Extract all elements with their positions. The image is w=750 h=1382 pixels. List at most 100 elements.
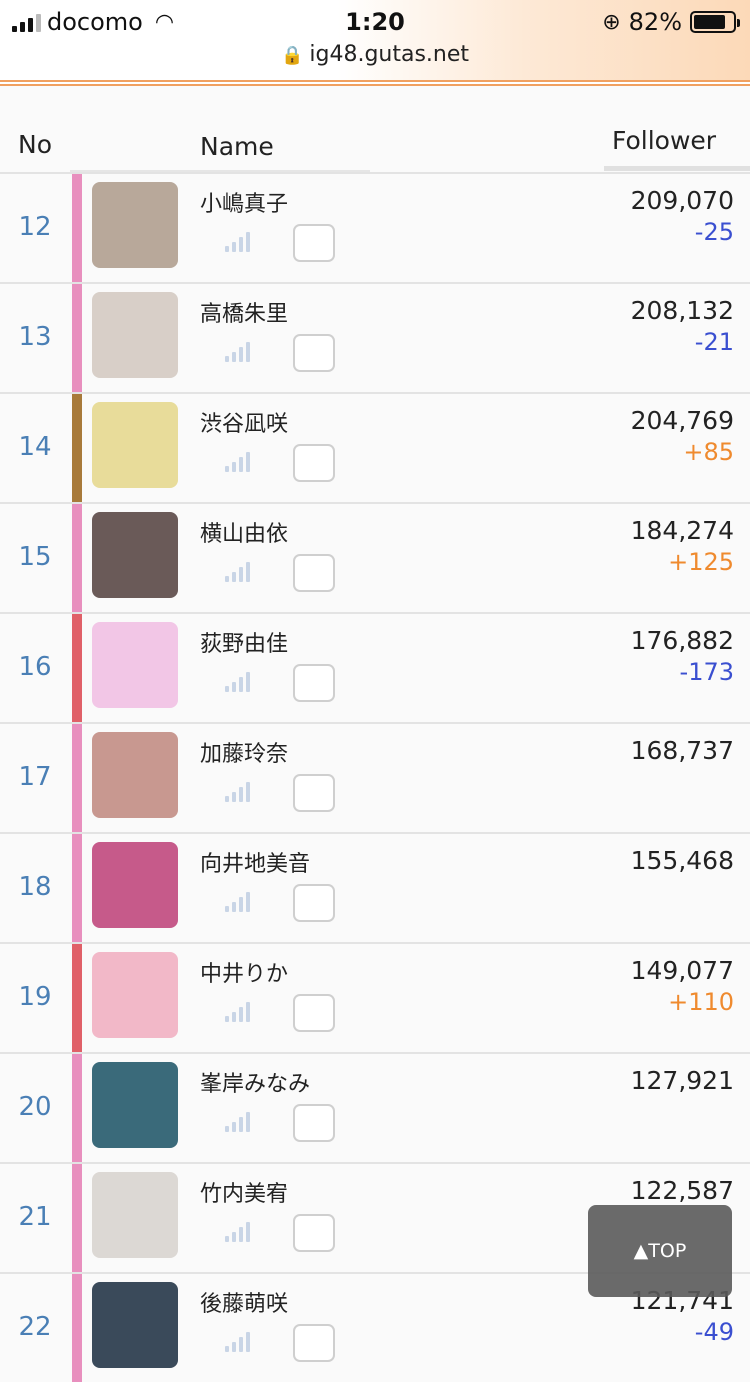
chart-icon[interactable] xyxy=(225,1220,250,1242)
avatar[interactable] xyxy=(92,512,178,598)
select-checkbox[interactable] xyxy=(293,1324,335,1362)
select-checkbox[interactable] xyxy=(293,334,335,372)
list-item[interactable]: 17 加藤玲奈 168,737 xyxy=(0,722,750,832)
avatar[interactable] xyxy=(92,1282,178,1368)
rank-number: 17 xyxy=(18,762,52,792)
follower-diff: -49 xyxy=(694,1318,734,1346)
rank-number: 16 xyxy=(18,652,52,682)
group-color-bar xyxy=(72,1164,82,1272)
chart-icon[interactable] xyxy=(225,560,250,582)
follower-count: 176,882 xyxy=(630,626,734,655)
select-checkbox[interactable] xyxy=(293,554,335,592)
select-checkbox[interactable] xyxy=(293,664,335,702)
group-color-bar xyxy=(72,1054,82,1162)
group-color-bar xyxy=(72,394,82,502)
member-name[interactable]: 小嶋真子 xyxy=(200,186,288,218)
follower-diff: -25 xyxy=(694,218,734,246)
battery-icon xyxy=(690,11,740,33)
table-header: No Name Follower xyxy=(0,86,750,173)
rank-number: 20 xyxy=(18,1092,52,1122)
select-checkbox[interactable] xyxy=(293,444,335,482)
member-name[interactable]: 峯岸みなみ xyxy=(200,1066,310,1098)
padlock-icon: 🔒 xyxy=(280,45,304,66)
follower-diff: -173 xyxy=(679,658,734,686)
follower-diff: +125 xyxy=(668,548,734,576)
follower-count: 168,737 xyxy=(630,736,734,765)
group-color-bar xyxy=(72,834,82,942)
avatar[interactable] xyxy=(92,732,178,818)
header-no[interactable]: No xyxy=(18,130,52,159)
chart-icon[interactable] xyxy=(225,450,250,472)
group-color-bar xyxy=(72,944,82,1052)
header-follower[interactable]: Follower xyxy=(612,126,716,155)
follower-diff: +85 xyxy=(683,438,734,466)
select-checkbox[interactable] xyxy=(293,1104,335,1142)
group-color-bar xyxy=(72,724,82,832)
status-bar: docomo ◠ 1:20 ⊕ 82% 🔒 ig48.gutas.net xyxy=(0,0,750,80)
group-color-bar xyxy=(72,174,82,282)
avatar[interactable] xyxy=(92,182,178,268)
list-item[interactable]: 16 荻野由佳 176,882 -173 xyxy=(0,612,750,722)
rank-number: 13 xyxy=(18,322,52,352)
list-item[interactable]: 19 中井りか 149,077 +110 xyxy=(0,942,750,1052)
rank-number: 18 xyxy=(18,872,52,902)
avatar[interactable] xyxy=(92,402,178,488)
avatar[interactable] xyxy=(92,1062,178,1148)
follower-count: 149,077 xyxy=(630,956,734,985)
member-name[interactable]: 荻野由佳 xyxy=(200,626,288,658)
list-item[interactable]: 20 峯岸みなみ 127,921 xyxy=(0,1052,750,1162)
member-name[interactable]: 向井地美音 xyxy=(200,846,310,878)
select-checkbox[interactable] xyxy=(293,1214,335,1252)
avatar[interactable] xyxy=(92,622,178,708)
member-name[interactable]: 竹内美宥 xyxy=(200,1176,288,1208)
rank-number: 15 xyxy=(18,542,52,572)
list-item[interactable]: 14 渋谷凪咲 204,769 +85 xyxy=(0,392,750,502)
select-checkbox[interactable] xyxy=(293,994,335,1032)
avatar[interactable] xyxy=(92,842,178,928)
follower-diff: +110 xyxy=(668,988,734,1016)
list-item[interactable]: 12 小嶋真子 209,070 -25 xyxy=(0,172,750,282)
address-bar[interactable]: 🔒 ig48.gutas.net xyxy=(0,42,750,67)
follower-count: 127,921 xyxy=(630,1066,734,1095)
chart-icon[interactable] xyxy=(225,1330,250,1352)
member-name[interactable]: 高橋朱里 xyxy=(200,296,288,328)
list-item[interactable]: 13 高橋朱里 208,132 -21 xyxy=(0,282,750,392)
list-item[interactable]: 18 向井地美音 155,468 xyxy=(0,832,750,942)
rank-number: 22 xyxy=(18,1312,52,1342)
list-item[interactable]: 15 横山由依 184,274 +125 xyxy=(0,502,750,612)
chart-icon[interactable] xyxy=(225,230,250,252)
rank-number: 12 xyxy=(18,212,52,242)
member-name[interactable]: 渋谷凪咲 xyxy=(200,406,288,438)
group-color-bar xyxy=(72,1274,82,1382)
chart-icon[interactable] xyxy=(225,780,250,802)
chart-icon[interactable] xyxy=(225,1000,250,1022)
group-color-bar xyxy=(72,614,82,722)
select-checkbox[interactable] xyxy=(293,774,335,812)
ranking-list: 12 小嶋真子 209,070 -25 13 高橋朱里 208,132 -21 … xyxy=(0,172,750,1382)
avatar[interactable] xyxy=(92,292,178,378)
follower-count: 209,070 xyxy=(630,186,734,215)
rank-number: 19 xyxy=(18,982,52,1012)
chart-icon[interactable] xyxy=(225,890,250,912)
select-checkbox[interactable] xyxy=(293,224,335,262)
follower-count: 208,132 xyxy=(630,296,734,325)
follower-diff: -21 xyxy=(694,328,734,356)
header-name[interactable]: Name xyxy=(200,132,274,161)
url-text: ig48.gutas.net xyxy=(309,42,470,67)
member-name[interactable]: 中井りか xyxy=(200,956,288,988)
member-name[interactable]: 横山由依 xyxy=(200,516,288,548)
chart-icon[interactable] xyxy=(225,1110,250,1132)
status-right: ⊕ 82% xyxy=(602,8,740,36)
follower-count: 204,769 xyxy=(630,406,734,435)
header-follower-underline xyxy=(604,166,750,171)
avatar[interactable] xyxy=(92,952,178,1038)
select-checkbox[interactable] xyxy=(293,884,335,922)
scroll-top-button[interactable]: ▲TOP xyxy=(588,1205,732,1297)
rank-number: 14 xyxy=(18,432,52,462)
chart-icon[interactable] xyxy=(225,340,250,362)
follower-count: 155,468 xyxy=(630,846,734,875)
member-name[interactable]: 後藤萌咲 xyxy=(200,1286,288,1318)
avatar[interactable] xyxy=(92,1172,178,1258)
chart-icon[interactable] xyxy=(225,670,250,692)
member-name[interactable]: 加藤玲奈 xyxy=(200,736,288,768)
